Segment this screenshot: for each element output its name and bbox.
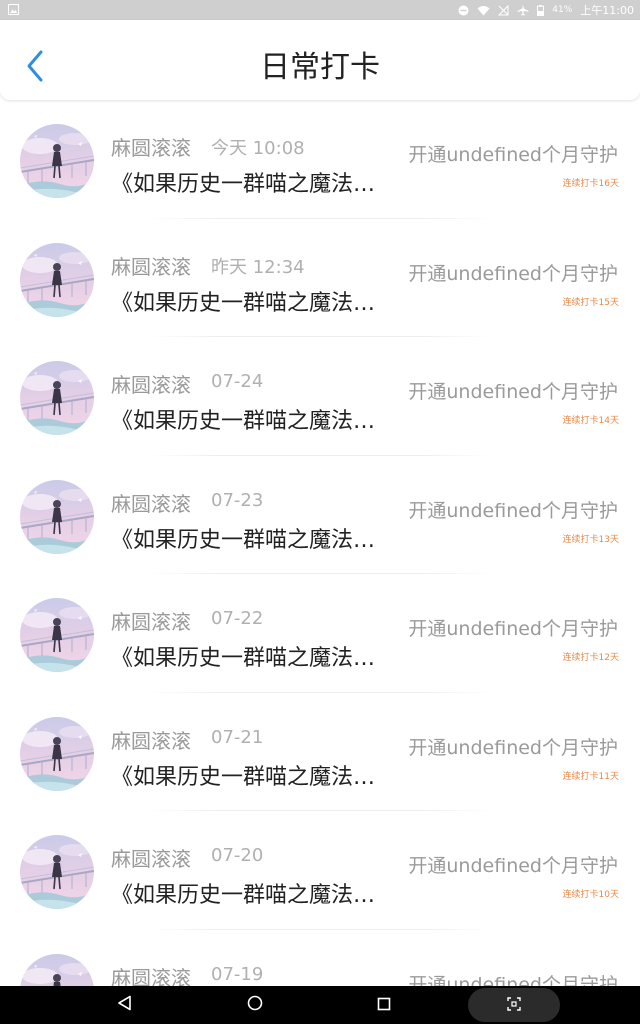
- avatar[interactable]: [20, 242, 94, 317]
- battery-percent: 41%: [552, 5, 573, 15]
- checkin-date: 07-21: [211, 726, 264, 748]
- list-item[interactable]: 麻圆滚滚 今天 10:08 《如果历史一群喵之魔法… 开通undefined个月…: [0, 100, 640, 219]
- list-item[interactable]: 麻圆滚滚 07-21 《如果历史一群喵之魔法… 开通undefined个月守护 …: [0, 693, 640, 811]
- checkin-list[interactable]: 麻圆滚滚 今天 10:08 《如果历史一群喵之魔法… 开通undefined个月…: [0, 100, 640, 1024]
- streak-badge: 连续打卡16天: [562, 179, 619, 189]
- home-circle-icon: [247, 995, 263, 1015]
- book-title[interactable]: 《如果历史一群喵之魔法…: [111, 403, 396, 435]
- streak-badge: 连续打卡11天: [562, 771, 619, 782]
- streak-badge: 连续打卡10天: [562, 890, 619, 900]
- checkin-date: 昨天 12:34: [211, 256, 305, 278]
- avatar[interactable]: [20, 361, 94, 435]
- wifi-icon: [477, 5, 490, 16]
- book-title[interactable]: 《如果历史一群喵之魔法…: [111, 285, 396, 317]
- book-title[interactable]: 《如果历史一群喵之魔法…: [111, 640, 396, 672]
- user-name[interactable]: 麻圆滚滚: [111, 725, 191, 754]
- airplane-icon: [517, 4, 529, 16]
- dnd-icon: [458, 5, 469, 16]
- user-name[interactable]: 麻圆滚滚: [111, 369, 191, 398]
- list-item[interactable]: 麻圆滚滚 07-22 《如果历史一群喵之魔法… 开通undefined个月守护 …: [0, 574, 640, 693]
- guard-text: 开通undefined个月守护: [408, 144, 618, 166]
- back-triangle-icon: [117, 995, 133, 1015]
- guard-text: 开通undefined个月守护: [408, 618, 618, 640]
- user-name[interactable]: 麻圆滚滚: [111, 488, 191, 517]
- navigation-bar: [0, 986, 640, 1024]
- screen: 41% 上午11:00 日常打卡 麻圆滚滚 今天 10:08 《如果历史一群喵之…: [0, 0, 640, 1024]
- guard-text: 开通undefined个月守护: [408, 381, 618, 403]
- streak-badge: 连续打卡15天: [562, 297, 619, 308]
- recents-square-icon: [377, 996, 391, 1015]
- checkin-date: 07-19: [211, 963, 264, 985]
- streak-badge: 连续打卡14天: [562, 416, 619, 426]
- no-signal-icon: [498, 4, 509, 16]
- user-name[interactable]: 麻圆滚滚: [111, 606, 191, 635]
- battery-icon: [537, 4, 545, 16]
- streak-badge: 连续打卡13天: [562, 534, 619, 545]
- user-name[interactable]: 麻圆滚滚: [111, 251, 191, 280]
- streak-badge: 连续打卡12天: [562, 653, 619, 663]
- guard-text: 开通undefined个月守护: [408, 736, 618, 759]
- list-item[interactable]: 麻圆滚滚 07-23 《如果历史一群喵之魔法… 开通undefined个月守护 …: [0, 456, 640, 574]
- image-icon: [8, 4, 19, 15]
- page-title: 日常打卡: [260, 50, 380, 85]
- list-item[interactable]: 麻圆滚滚 昨天 12:34 《如果历史一群喵之魔法… 开通undefined个月…: [0, 219, 640, 337]
- nav-home-button[interactable]: [245, 995, 265, 1015]
- guard-text: 开通undefined个月守护: [408, 262, 618, 285]
- screenshot-icon: [507, 996, 521, 1015]
- book-title[interactable]: 《如果历史一群喵之魔法…: [111, 877, 396, 909]
- book-title[interactable]: 《如果历史一群喵之魔法…: [111, 759, 396, 791]
- status-icons: 41% 上午11:00: [458, 2, 634, 18]
- avatar[interactable]: [20, 479, 94, 554]
- checkin-date: 今天 10:08: [211, 138, 305, 159]
- user-name[interactable]: 麻圆滚滚: [111, 843, 191, 872]
- list-item[interactable]: 麻圆滚滚 07-20 《如果历史一群喵之魔法… 开通undefined个月守护 …: [0, 811, 640, 930]
- checkin-date: 07-24: [211, 371, 264, 392]
- book-title[interactable]: 《如果历史一群喵之魔法…: [111, 522, 396, 554]
- checkin-date: 07-23: [211, 489, 264, 511]
- nav-back-button[interactable]: [115, 995, 135, 1015]
- status-bar: 41% 上午11:00: [0, 0, 640, 20]
- avatar[interactable]: [20, 835, 94, 909]
- user-name[interactable]: 麻圆滚滚: [111, 132, 191, 161]
- guard-text: 开通undefined个月守护: [408, 499, 618, 522]
- book-title[interactable]: 《如果历史一群喵之魔法…: [111, 166, 396, 198]
- status-time: 上午11:00: [580, 4, 634, 17]
- guard-text: 开通undefined个月守护: [408, 855, 618, 877]
- avatar[interactable]: [20, 124, 94, 198]
- header: 日常打卡: [0, 20, 640, 100]
- list-item[interactable]: 麻圆滚滚 07-24 《如果历史一群喵之魔法… 开通undefined个月守护 …: [0, 337, 640, 456]
- avatar[interactable]: [20, 716, 94, 791]
- nav-recents-button[interactable]: [374, 995, 394, 1015]
- checkin-date: 07-20: [211, 845, 264, 866]
- screenshot-button[interactable]: [468, 988, 560, 1022]
- avatar[interactable]: [20, 598, 94, 672]
- checkin-date: 07-22: [211, 608, 264, 629]
